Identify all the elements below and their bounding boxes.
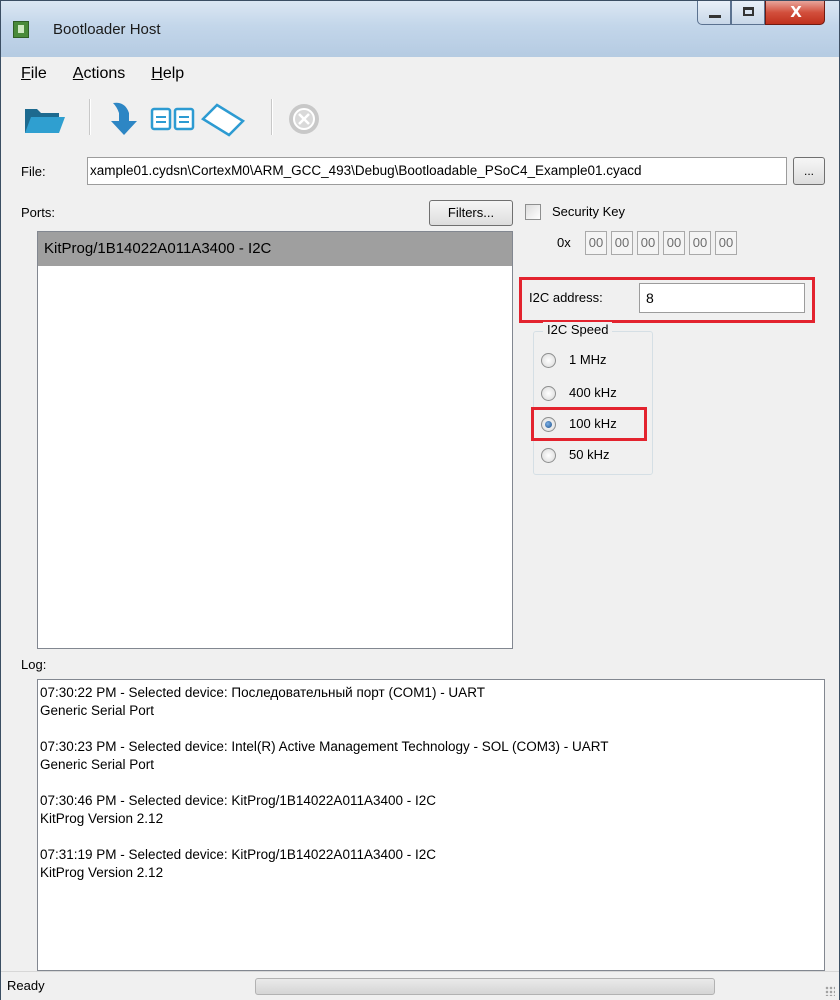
program-download-icon[interactable] (107, 99, 143, 137)
menu-actions[interactable]: Actions (61, 61, 139, 87)
i2c-address-label: I2C address: (529, 290, 603, 305)
log-entry-line: 07:30:46 PM - Selected device: KitProg/1… (40, 793, 437, 808)
log-entry: 07:30:22 PM - Selected device: Последова… (40, 684, 822, 720)
log-entry-line: KitProg Version 2.12 (40, 865, 164, 880)
abort-icon[interactable] (285, 99, 323, 137)
log-entry: 07:30:46 PM - Selected device: KitProg/1… (40, 792, 822, 828)
speed-1mhz-label[interactable]: 1 MHz (569, 352, 607, 367)
log-entry-line: 07:30:22 PM - Selected device: Последова… (40, 685, 485, 700)
log-textarea[interactable]: 07:30:22 PM - Selected device: Последова… (37, 679, 825, 971)
speed-100khz-label[interactable]: 100 kHz (569, 416, 617, 431)
filters-button[interactable]: Filters... (429, 200, 513, 226)
log-entry-line: 07:31:19 PM - Selected device: KitProg/1… (40, 847, 437, 862)
erase-icon[interactable] (199, 99, 247, 137)
security-key-prefix: 0x (557, 235, 571, 250)
close-button[interactable]: X (765, 1, 825, 25)
toolbar (9, 93, 831, 143)
log-entry-line: 07:30:23 PM - Selected device: Intel(R) … (40, 739, 609, 754)
speed-400khz-radio[interactable] (541, 386, 556, 401)
security-key-byte-2[interactable]: 00 (611, 231, 633, 255)
port-item-selected[interactable]: KitProg/1B14022A011A3400 - I2C (38, 232, 512, 266)
close-icon: X (790, 3, 802, 21)
minimize-icon (709, 15, 721, 18)
ports-list[interactable]: KitProg/1B14022A011A3400 - I2C (37, 231, 513, 649)
i2c-address-field[interactable]: 8 (639, 283, 805, 313)
log-entry-line: KitProg Version 2.12 (40, 811, 164, 826)
toolbar-separator (271, 99, 273, 135)
speed-1mhz-radio[interactable] (541, 353, 556, 368)
menu-bar: File Actions Help (9, 61, 198, 87)
speed-100khz-radio[interactable] (541, 417, 556, 432)
file-label: File: (21, 164, 46, 179)
security-key-checkbox[interactable] (525, 204, 541, 220)
log-entry: 07:30:23 PM - Selected device: Intel(R) … (40, 738, 822, 774)
security-key-byte-3[interactable]: 00 (637, 231, 659, 255)
app-icon (13, 21, 29, 38)
toolbar-separator (89, 99, 91, 135)
log-label: Log: (21, 657, 47, 672)
browse-button[interactable]: ... (793, 157, 825, 185)
verify-icon[interactable] (149, 99, 197, 137)
ports-label: Ports: (21, 205, 55, 220)
maximize-button[interactable] (731, 1, 765, 25)
caption-buttons: X (697, 1, 825, 31)
menu-file[interactable]: File (9, 61, 61, 87)
security-key-byte-4[interactable]: 00 (663, 231, 685, 255)
progress-bar (255, 978, 715, 995)
security-key-byte-1[interactable]: 00 (585, 231, 607, 255)
menu-help[interactable]: Help (139, 61, 198, 87)
security-key-byte-5[interactable]: 00 (689, 231, 711, 255)
i2c-speed-label: I2C Speed (543, 322, 613, 337)
minimize-button[interactable] (697, 1, 731, 25)
resize-grip-icon[interactable] (825, 986, 835, 996)
file-path-field[interactable]: xample01.cydsn\CortexM0\ARM_GCC_493\Debu… (87, 157, 787, 185)
speed-50khz-label[interactable]: 50 kHz (569, 447, 609, 462)
log-entry: 07:31:19 PM - Selected device: KitProg/1… (40, 846, 822, 882)
security-key-byte-6[interactable]: 00 (715, 231, 737, 255)
title-bar[interactable]: Bootloader Host X (1, 1, 839, 57)
status-text: Ready (7, 978, 45, 993)
log-entry-line: Generic Serial Port (40, 703, 155, 718)
bootloader-host-window: Bootloader Host X File Actions Help File… (0, 0, 840, 1000)
open-folder-icon[interactable] (23, 99, 67, 137)
window-title: Bootloader Host (53, 21, 161, 38)
maximize-icon (743, 7, 754, 16)
log-entry-line: Generic Serial Port (40, 757, 155, 772)
speed-50khz-radio[interactable] (541, 448, 556, 463)
status-bar: Ready (1, 971, 839, 1000)
security-key-label: Security Key (552, 204, 625, 219)
speed-400khz-label[interactable]: 400 kHz (569, 385, 617, 400)
